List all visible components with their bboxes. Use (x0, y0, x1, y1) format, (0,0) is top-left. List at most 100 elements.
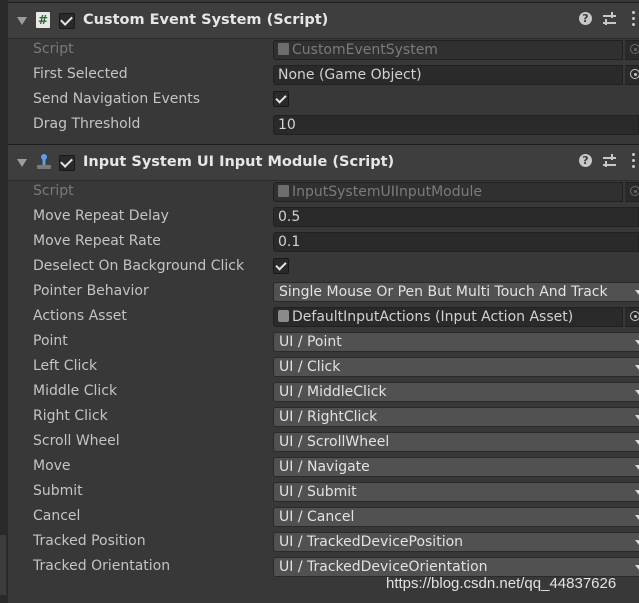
field-label: Scroll Wheel (33, 433, 120, 449)
field-value: InputSystemUIInputModule (292, 184, 482, 200)
field-label: Pointer Behavior (33, 283, 149, 299)
field-label: First Selected (33, 66, 128, 82)
dropdown-value: UI / Submit (279, 484, 357, 500)
move-repeat-rate-field[interactable]: 0.1 (273, 232, 639, 252)
field-label: Move (33, 458, 71, 474)
field-label: Move Repeat Rate (33, 233, 161, 249)
row-first-selected: First Selected None (Game Object) (8, 63, 639, 88)
row-middle-click: Middle Click UI / MiddleClick (8, 380, 639, 405)
right-click-action-dropdown[interactable]: UI / RightClick (273, 407, 639, 427)
row-actions-asset: Actions Asset DefaultInputActions (Input… (8, 305, 639, 330)
field-label: Script (33, 41, 74, 57)
help-icon[interactable]: ? (579, 154, 592, 167)
dropdown-value: UI / ScrollWheel (279, 434, 390, 450)
row-script: Script InputSystemUIInputModule (8, 180, 639, 205)
row-tracked-position: Tracked Position UI / TrackedDevicePosit… (8, 530, 639, 555)
script-file-icon (278, 185, 289, 197)
row-point: Point UI / Point (8, 330, 639, 355)
foldout-arrow-icon[interactable] (17, 159, 27, 167)
foldout-arrow-icon[interactable] (17, 17, 27, 25)
middle-click-action-dropdown[interactable]: UI / MiddleClick (273, 382, 639, 402)
object-picker-icon (625, 40, 639, 60)
input-module-icon (37, 154, 51, 169)
chevron-down-icon (635, 440, 639, 445)
watermark-text: https://blog.csdn.net/qq_44837626 (386, 575, 617, 592)
row-cancel: Cancel UI / Cancel (8, 505, 639, 530)
dropdown-value: UI / Navigate (279, 459, 370, 475)
tracked-position-action-dropdown[interactable]: UI / TrackedDevicePosition (273, 532, 639, 552)
field-label: Actions Asset (33, 308, 127, 324)
component-enabled-checkbox[interactable] (59, 155, 75, 171)
dropdown-value: UI / MiddleClick (279, 384, 387, 400)
field-label: Submit (33, 483, 83, 499)
row-send-navigation-events: Send Navigation Events (8, 88, 639, 113)
pointer-behavior-dropdown[interactable]: Single Mouse Or Pen But Multi Touch And … (273, 282, 639, 302)
actions-asset-field[interactable]: DefaultInputActions (Input Action Asset) (273, 307, 623, 327)
row-drag-threshold: Drag Threshold 10 (8, 113, 639, 138)
dropdown-value: UI / Click (279, 359, 341, 375)
gutter-slot (0, 535, 6, 595)
field-label: Point (33, 333, 68, 349)
chevron-down-icon (635, 515, 639, 520)
chevron-down-icon (635, 340, 639, 345)
component-enabled-checkbox[interactable] (59, 13, 75, 29)
script-hash-icon: # (36, 12, 50, 28)
field-label: Send Navigation Events (33, 91, 201, 107)
move-repeat-delay-field[interactable]: 0.5 (273, 207, 639, 227)
left-click-action-dropdown[interactable]: UI / Click (273, 357, 639, 377)
more-options-icon[interactable] (632, 11, 636, 29)
field-label: Deselect On Background Click (33, 258, 245, 274)
field-label: Cancel (33, 508, 81, 524)
object-picker-icon[interactable] (625, 307, 639, 327)
field-label: Drag Threshold (33, 116, 141, 132)
deselect-on-background-click-checkbox[interactable] (273, 258, 289, 274)
point-action-dropdown[interactable]: UI / Point (273, 332, 639, 352)
component-header-input-system-ui-input-module[interactable]: Input System UI Input Module (Script) ? (8, 144, 639, 181)
field-label: Right Click (33, 408, 108, 424)
row-left-click: Left Click UI / Click (8, 355, 639, 380)
dropdown-value: UI / RightClick (279, 409, 378, 425)
field-label: Script (33, 183, 74, 199)
script-field: CustomEventSystem (273, 40, 623, 60)
component-title: Custom Event System (Script) (83, 12, 329, 28)
help-icon[interactable]: ? (579, 12, 592, 25)
field-value: DefaultInputActions (Input Action Asset) (292, 309, 574, 325)
chevron-down-icon (635, 290, 639, 295)
chevron-down-icon (635, 365, 639, 370)
presets-icon[interactable] (602, 12, 618, 27)
dropdown-value: UI / Point (279, 334, 342, 350)
submit-action-dropdown[interactable]: UI / Submit (273, 482, 639, 502)
chevron-down-icon (635, 565, 639, 570)
more-options-icon[interactable] (632, 153, 636, 171)
component-title: Input System UI Input Module (Script) (83, 154, 395, 170)
chevron-down-icon (635, 465, 639, 470)
scroll-wheel-action-dropdown[interactable]: UI / ScrollWheel (273, 432, 639, 452)
component-header-custom-event-system[interactable]: # Custom Event System (Script) ? (8, 2, 639, 39)
field-label: Left Click (33, 358, 98, 374)
chevron-down-icon (635, 540, 639, 545)
dropdown-value: UI / Cancel (279, 509, 355, 525)
drag-threshold-field[interactable]: 10 (273, 115, 639, 135)
dropdown-value: Single Mouse Or Pen But Multi Touch And … (279, 284, 608, 300)
move-action-dropdown[interactable]: UI / Navigate (273, 457, 639, 477)
script-file-icon (278, 43, 289, 55)
field-label: Tracked Orientation (33, 558, 171, 574)
send-navigation-events-checkbox[interactable] (273, 91, 289, 107)
cancel-action-dropdown[interactable]: UI / Cancel (273, 507, 639, 527)
field-label: Move Repeat Delay (33, 208, 169, 224)
row-move-repeat-delay: Move Repeat Delay 0.5 (8, 205, 639, 230)
left-gutter (0, 0, 8, 603)
chevron-down-icon (635, 490, 639, 495)
field-label: Middle Click (33, 383, 118, 399)
field-value: CustomEventSystem (292, 42, 438, 58)
row-submit: Submit UI / Submit (8, 480, 639, 505)
field-label: Tracked Position (33, 533, 146, 549)
dropdown-value: UI / TrackedDeviceOrientation (279, 559, 488, 575)
object-picker-icon[interactable] (625, 65, 639, 85)
first-selected-field[interactable]: None (Game Object) (273, 65, 623, 85)
presets-icon[interactable] (602, 154, 618, 169)
chevron-down-icon (635, 390, 639, 395)
tracked-orientation-action-dropdown[interactable]: UI / TrackedDeviceOrientation (273, 557, 639, 577)
row-script: Script CustomEventSystem (8, 38, 639, 63)
dropdown-value: UI / TrackedDevicePosition (279, 534, 464, 550)
